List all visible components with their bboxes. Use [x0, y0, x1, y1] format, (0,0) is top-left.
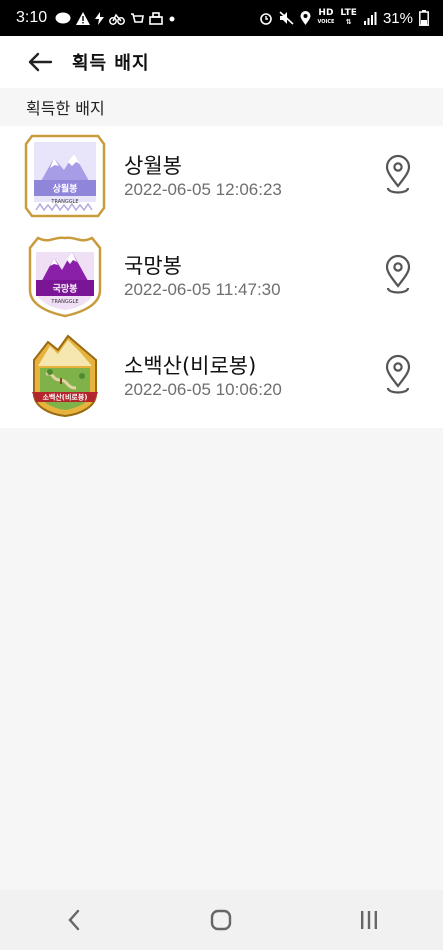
badge-name: 소백산(비로봉)	[124, 354, 257, 378]
map-pin-button[interactable]	[381, 152, 415, 198]
badge-name: 국망봉	[124, 254, 182, 278]
bike-icon	[109, 13, 126, 25]
network-lte-label: LTE	[340, 8, 357, 18]
map-pin-icon	[385, 254, 411, 294]
badge-date: 2022-06-05 12:06:23	[124, 180, 282, 199]
nav-back-button[interactable]	[34, 890, 114, 950]
data-arrows-icon: ⇅	[345, 18, 352, 26]
cart-icon	[131, 12, 145, 23]
three-bars-icon	[361, 911, 378, 929]
system-nav-bar	[0, 890, 443, 950]
badge-text-gukmangbong: 국망봉	[53, 283, 78, 295]
status-bar: 3:10 HD VOICE LTE ⇅ 31%	[0, 0, 443, 36]
nav-home-button[interactable]	[181, 890, 261, 950]
badge-image-gukmangbong: 국망봉 TRANGGLE	[28, 236, 102, 318]
badge-list-item[interactable]: 소백산(비로봉) 소백산(비로봉) 2022-06-05 10:06:20	[0, 326, 443, 426]
badge-text-sobaeksan: 소백산(비로봉)	[42, 393, 87, 402]
badge-image-sangwolbong: 상월봉 TRANGGLE	[24, 134, 106, 218]
talk-icon	[55, 12, 71, 23]
badge-name: 상월봉	[124, 154, 182, 178]
map-pin-button[interactable]	[381, 252, 415, 298]
map-pin-icon	[385, 354, 411, 394]
rounded-square-icon	[211, 909, 232, 931]
shop-icon	[149, 11, 163, 25]
warning-icon	[76, 11, 91, 25]
badge-list-item[interactable]: 국망봉 TRANGGLE 국망봉 2022-06-05 11:47:30	[0, 226, 443, 326]
badge-list: 상월봉 TRANGGLE 상월봉 2022-06-05 12:06:23 국망봉…	[0, 126, 443, 428]
arrow-left-icon	[28, 52, 53, 72]
battery-icon	[419, 10, 429, 26]
signal-icon	[363, 11, 377, 25]
badge-text-sangwolbong: 상월봉	[53, 183, 78, 195]
chevron-left-icon	[68, 909, 80, 931]
network-voice-label: VOICE	[317, 19, 335, 25]
badge-image-sobaeksan: 소백산(비로봉)	[32, 334, 98, 418]
badge-date: 2022-06-05 11:47:30	[124, 280, 281, 299]
network-lte-indicator: LTE ⇅	[340, 9, 357, 27]
map-pin-icon	[385, 154, 411, 194]
status-time: 3:10	[16, 9, 48, 26]
network-hd-label: HD	[318, 8, 334, 18]
badge-date: 2022-06-05 10:06:20	[124, 380, 282, 399]
network-hd-indicator: HD VOICE	[317, 9, 334, 27]
back-button[interactable]	[10, 36, 70, 88]
nav-recents-button[interactable]	[329, 890, 409, 950]
alarm-icon	[260, 13, 273, 25]
dot-icon	[169, 16, 175, 21]
notification-icons	[55, 11, 176, 25]
mute-icon	[279, 11, 294, 25]
location-icon	[300, 11, 311, 25]
badge-brand-gukmangbong: TRANGGLE	[50, 299, 78, 305]
page-title: 획득 배지	[72, 53, 150, 74]
map-pin-button[interactable]	[381, 352, 415, 398]
app-header: 획득 배지	[0, 36, 443, 88]
flash-icon	[95, 11, 105, 25]
battery-percent: 31%	[382, 9, 413, 27]
badge-list-item[interactable]: 상월봉 TRANGGLE 상월봉 2022-06-05 12:06:23	[0, 126, 443, 226]
system-icons: HD VOICE LTE ⇅ 31%	[259, 9, 429, 27]
section-label: 획득한 배지	[0, 88, 443, 126]
badge-brand-sangwolbong: TRANGGLE	[50, 199, 78, 205]
